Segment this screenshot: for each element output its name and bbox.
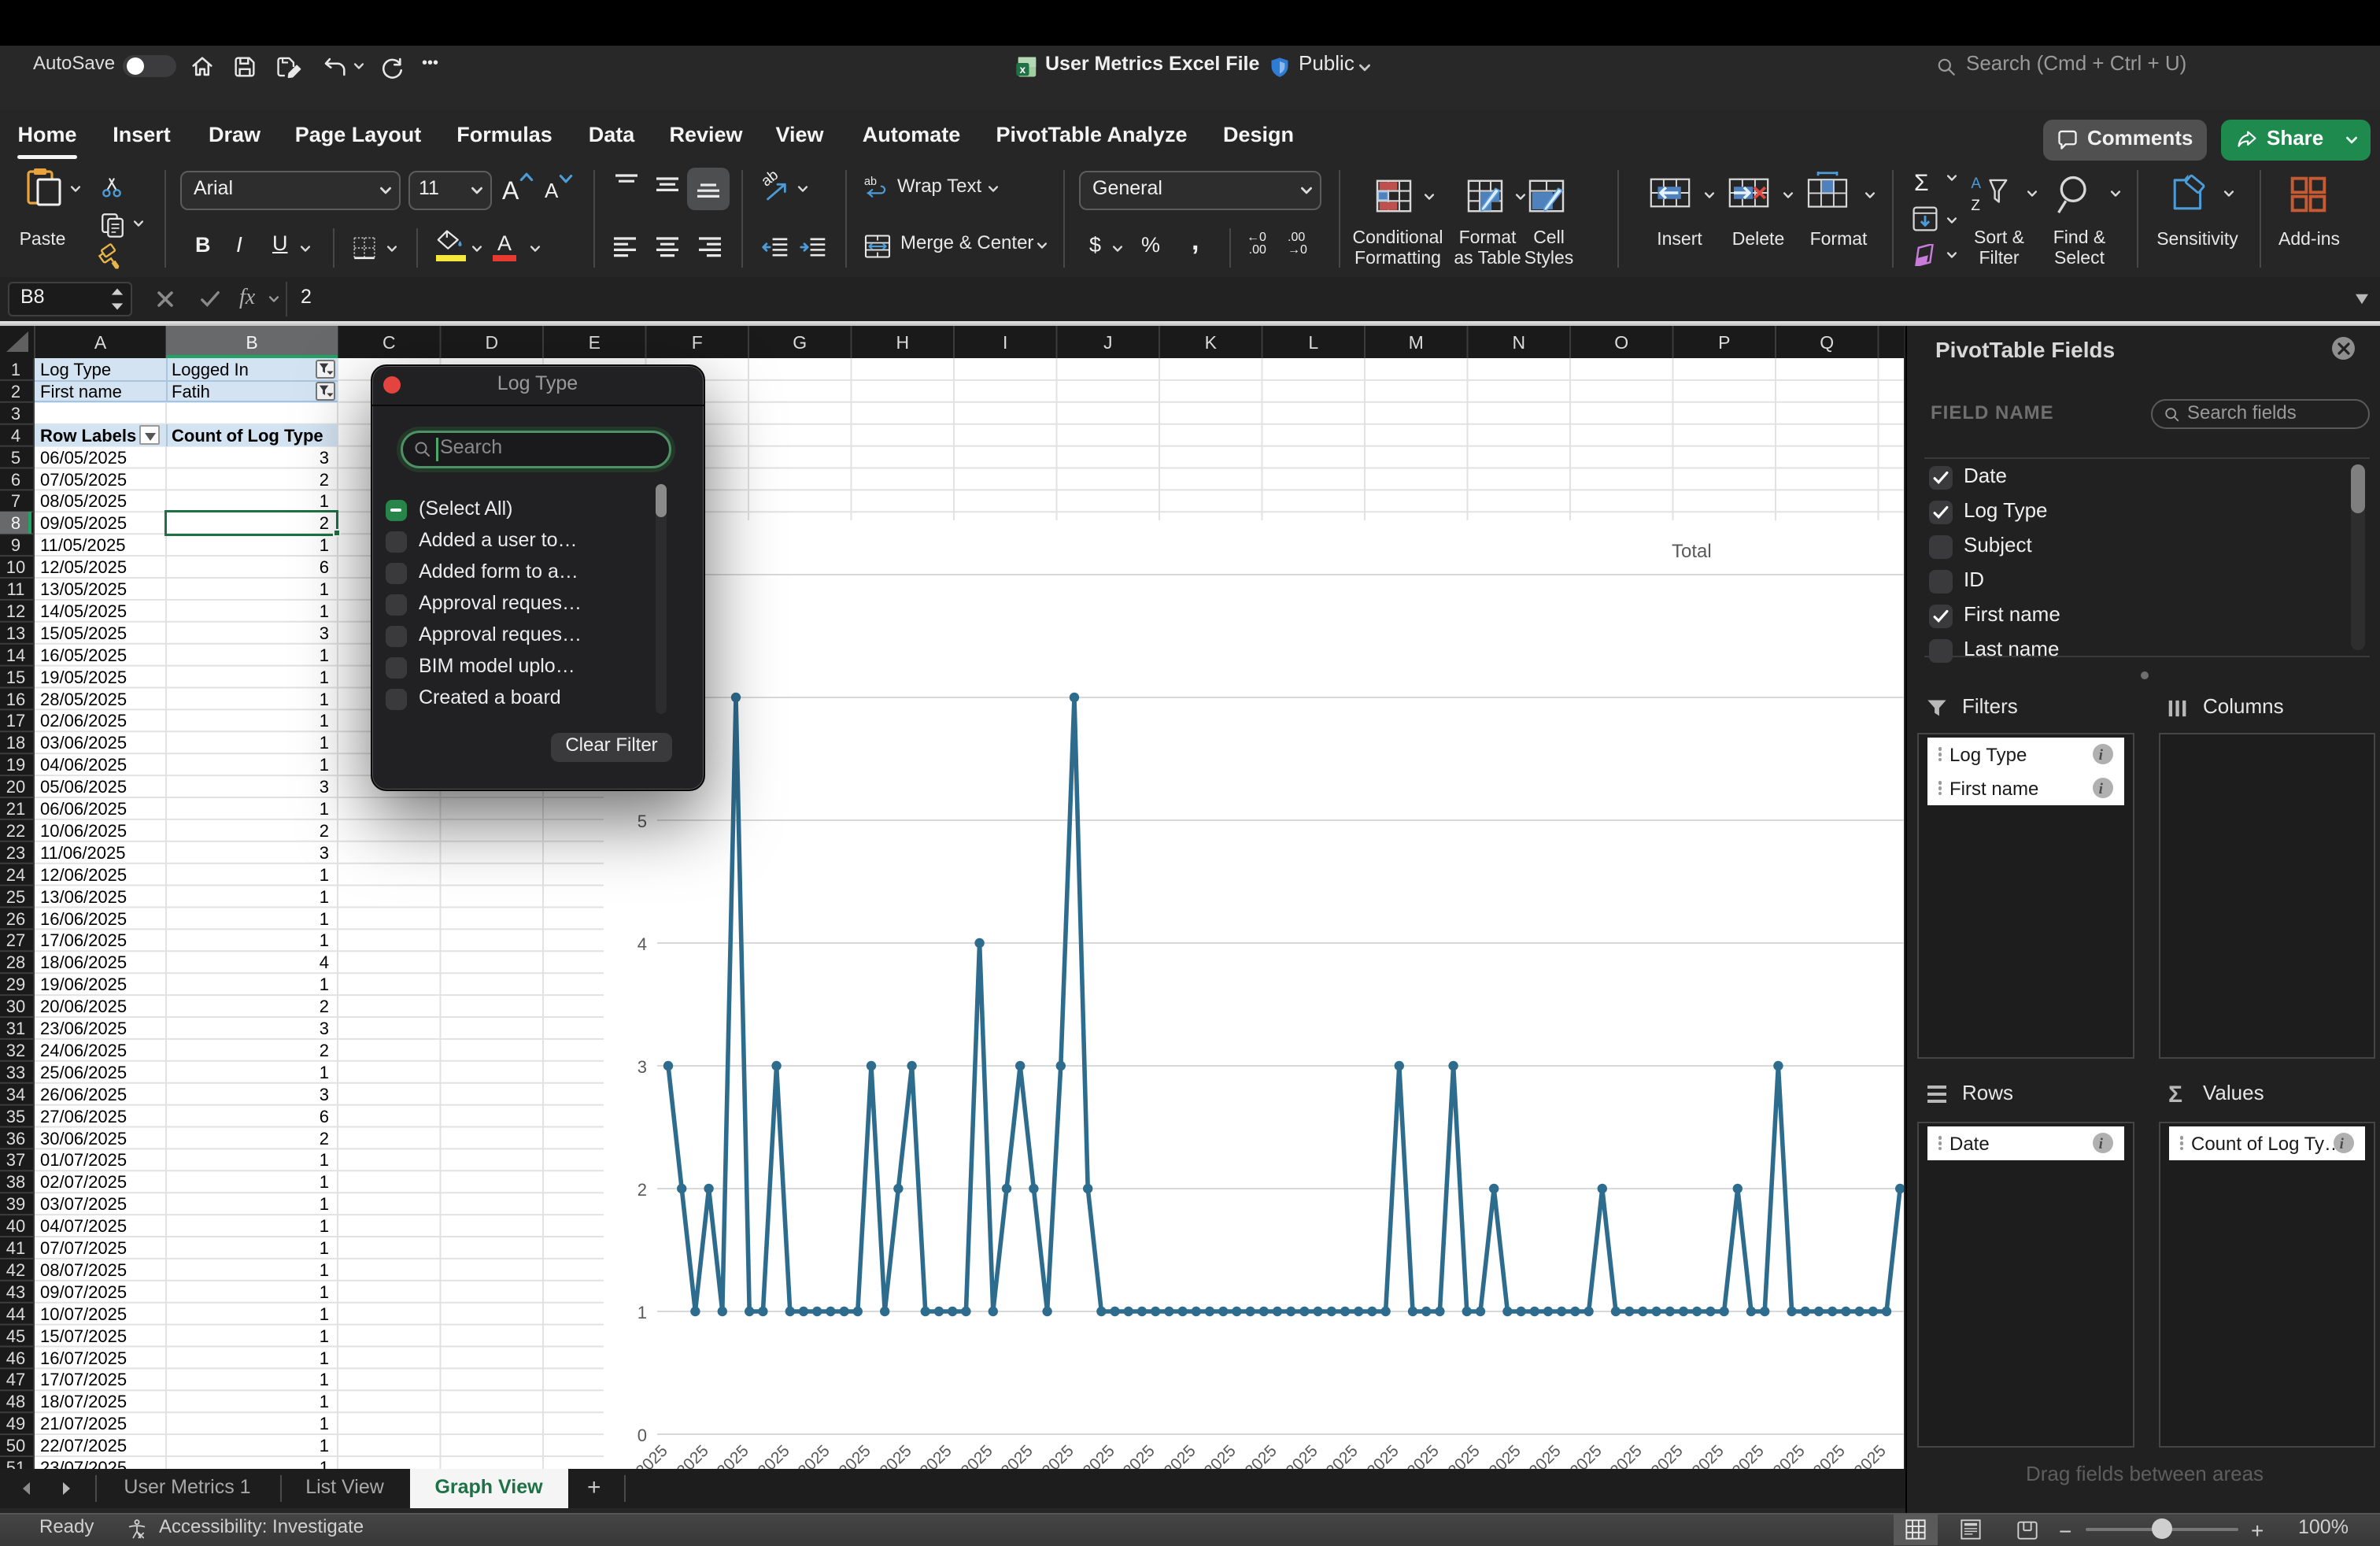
svg-text:x: x — [1020, 64, 1026, 76]
svg-text:A: A — [1971, 176, 1981, 192]
svg-text:ab: ab — [864, 176, 877, 188]
svg-text:Z: Z — [1971, 198, 1980, 214]
